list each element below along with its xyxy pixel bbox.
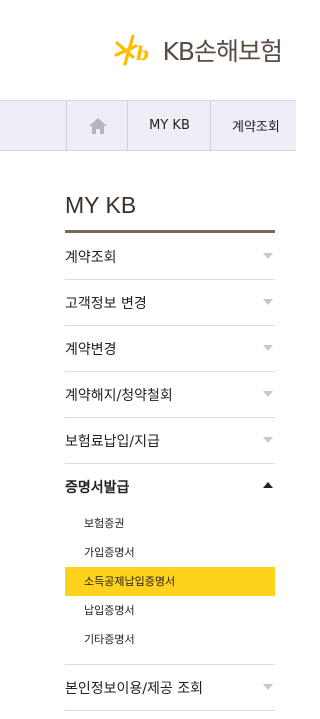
submenu-item-policy[interactable]: 보험증권	[65, 509, 275, 538]
nav-item-mykb[interactable]: MY KB	[127, 101, 211, 150]
chevron-up-icon	[263, 482, 273, 488]
menu-item-personal-info-usage[interactable]: 본인정보이용/제공 조회	[65, 665, 275, 711]
menu-item-label: 계약해지/청약철회	[65, 387, 173, 404]
kb-star-logo-icon: b	[114, 34, 150, 66]
menu-item-certificates[interactable]: 증명서발급	[65, 464, 275, 509]
menu-item-contract-inquiry[interactable]: 계약조회	[65, 234, 275, 280]
side-menu: 계약조회 고객정보 변경 계약변경 계약해지/청약철회 보험료납입/지급 증명서…	[65, 234, 275, 711]
menu-item-label: 고객정보 변경	[65, 295, 147, 312]
submenu-certificates: 보험증권 가입증명서 소득공제납입증명서 납입증명서 기타증명서	[65, 509, 275, 665]
menu-item-label: 계약변경	[65, 341, 117, 358]
chevron-down-icon	[263, 299, 273, 305]
chevron-down-icon	[263, 437, 273, 443]
menu-item-contract-change[interactable]: 계약변경	[65, 326, 275, 372]
nav-home[interactable]	[66, 101, 128, 150]
nav-item-contract[interactable]: 계약조회	[210, 101, 296, 150]
menu-item-premium-payment[interactable]: 보험료납입/지급	[65, 418, 275, 464]
home-icon	[88, 117, 107, 134]
submenu-item-enrollment-cert[interactable]: 가입증명서	[65, 538, 275, 567]
brand-name: KB손해보험	[162, 37, 283, 66]
menu-item-cancellation[interactable]: 계약해지/청약철회	[65, 372, 275, 418]
submenu-item-payment-cert[interactable]: 납입증명서	[65, 596, 275, 625]
menu-item-customer-info[interactable]: 고객정보 변경	[65, 280, 275, 326]
breadcrumb-nav: MY KB 계약조회	[0, 100, 296, 151]
menu-item-label: 본인정보이용/제공 조회	[65, 680, 203, 697]
menu-item-label: 보험료납입/지급	[65, 433, 160, 450]
svg-text:b: b	[136, 43, 149, 65]
menu-item-label: 증명서발급	[65, 479, 130, 496]
submenu-item-other-cert[interactable]: 기타증명서	[65, 625, 275, 654]
menu-item-label: 계약조회	[65, 249, 117, 266]
title-underline	[65, 230, 275, 233]
chevron-down-icon	[263, 253, 273, 259]
kb-logo[interactable]: b KB손해보험	[114, 32, 283, 68]
header: b KB손해보험	[0, 0, 296, 100]
chevron-down-icon	[263, 684, 273, 690]
page-title: MY KB	[65, 192, 137, 218]
submenu-item-tax-deduction-cert[interactable]: 소득공제납입증명서	[65, 567, 275, 596]
chevron-down-icon	[263, 345, 273, 351]
chevron-down-icon	[263, 391, 273, 397]
